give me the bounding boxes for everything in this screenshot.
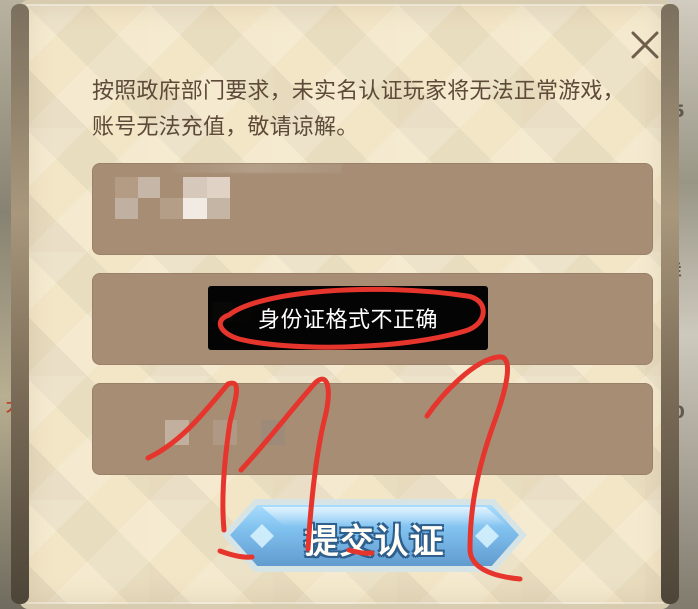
screenshot-stage: 35 佳 30 大 按照政府部门要求，未实名认证玩家将无法正常游戏， 账号无法充… [0,0,698,609]
close-button[interactable] [628,28,662,62]
phone-redaction [165,420,285,445]
notice-line-2: 账号无法充值，敬请谅解。 [92,115,359,140]
notice-line-1: 按照政府部门要求，未实名认证玩家将无法正常游戏， [92,79,625,104]
field-top-smear [172,163,342,173]
submit-button-label: 提交认证 [304,522,445,562]
phone-field[interactable] [92,383,653,475]
notice-text: 按照政府部门要求，未实名认证玩家将无法正常游戏， 账号无法充值，敬请谅解。 [92,74,667,146]
submit-verification-button[interactable]: 提交认证 [221,497,528,574]
error-toast: 身份证格式不正确 [208,286,488,350]
name-redaction [115,177,230,219]
close-icon [631,31,659,59]
name-field[interactable] [92,163,653,255]
